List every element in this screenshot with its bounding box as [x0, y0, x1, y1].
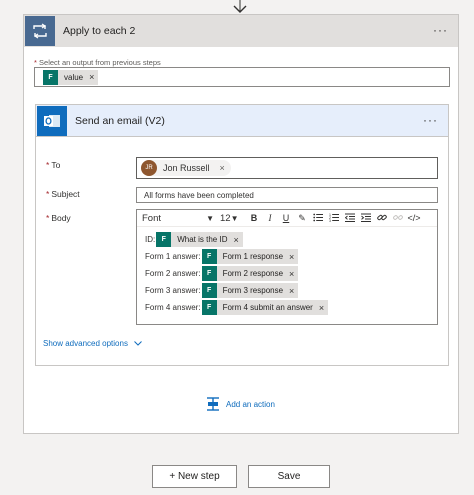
body-editor[interactable]: Font ▼ 12 ▼ B I U ✎ 123 </> ID: F What i… [136, 209, 438, 325]
bullet-list-icon[interactable] [310, 213, 326, 224]
add-an-action-button[interactable]: Add an action [206, 397, 275, 411]
body-line-form3: Form 3 answer: F Form 3 response × [145, 283, 299, 298]
unlink-icon[interactable] [390, 213, 406, 224]
body-label: * Body [46, 213, 71, 223]
outlook-icon [37, 105, 67, 136]
apply-to-each-title: Apply to each 2 [63, 25, 136, 37]
remove-token-icon[interactable]: × [89, 72, 94, 82]
to-label: * To [46, 160, 61, 170]
select-output-label: * Select an output from previous steps [34, 58, 161, 67]
rich-text-toolbar: Font ▼ 12 ▼ B I U ✎ 123 </> [137, 210, 437, 227]
dynamic-content-token[interactable]: F What is the ID × [156, 232, 243, 247]
font-dropdown[interactable]: Font ▼ [142, 213, 214, 224]
send-email-title: Send an email (V2) [75, 114, 165, 127]
recipient-pill[interactable]: JR Jon Russell × [141, 160, 231, 176]
loop-icon [25, 16, 55, 46]
remove-token-icon[interactable]: × [289, 252, 294, 262]
forms-icon: F [156, 232, 172, 247]
new-step-button[interactable]: + New step [152, 465, 237, 488]
remove-token-icon[interactable]: × [319, 303, 324, 313]
recipient-name: Jon Russell [163, 163, 210, 173]
to-field[interactable]: JR Jon Russell × [136, 157, 438, 179]
highlight-pen-icon[interactable]: ✎ [294, 213, 310, 224]
indent-icon[interactable] [358, 213, 374, 224]
more-options-icon[interactable]: ··· [433, 23, 448, 37]
subject-label: * Subject [46, 189, 80, 199]
forms-icon: F [201, 266, 217, 281]
select-output-field[interactable]: F value × [34, 67, 450, 87]
remove-token-icon[interactable]: × [289, 269, 294, 279]
forms-icon: F [201, 249, 217, 264]
show-advanced-options-link[interactable]: Show advanced options [43, 339, 143, 348]
code-view-icon[interactable]: </> [406, 213, 422, 223]
outdent-icon[interactable] [342, 213, 358, 224]
dynamic-content-token[interactable]: F Form 2 response × [201, 266, 299, 281]
remove-token-icon[interactable]: × [289, 286, 294, 296]
body-line-form4: Form 4 answer: F Form 4 submit an answer… [145, 300, 329, 315]
more-options-icon[interactable]: ··· [423, 113, 438, 127]
apply-to-each-card: Apply to each 2 ··· * Select an output f… [23, 14, 459, 434]
apply-to-each-header[interactable]: Apply to each 2 ··· [24, 15, 458, 47]
forms-icon: F [201, 300, 217, 315]
dynamic-content-token[interactable]: F value × [43, 69, 99, 85]
send-email-header[interactable]: Send an email (V2) ··· [36, 105, 448, 137]
font-size-dropdown[interactable]: 12 ▼ [220, 213, 246, 224]
dynamic-content-token[interactable]: F Form 4 submit an answer × [201, 300, 329, 315]
italic-icon[interactable]: I [262, 213, 278, 223]
chevron-down-icon [134, 339, 143, 348]
save-button[interactable]: Save [248, 465, 330, 488]
send-email-card: Send an email (V2) ··· * To JR Jon Russel… [35, 104, 449, 366]
svg-text:3: 3 [329, 219, 331, 222]
down-arrow-icon [233, 0, 247, 13]
subject-field[interactable]: All forms have been completed [136, 187, 438, 203]
add-action-icon [207, 397, 219, 411]
link-icon[interactable] [374, 213, 390, 224]
caret-down-icon: ▼ [230, 213, 239, 223]
forms-icon: F [201, 283, 217, 298]
body-line-form1: Form 1 answer: F Form 1 response × [145, 249, 299, 264]
caret-down-icon: ▼ [206, 213, 214, 223]
body-line-id: ID: F What is the ID × [145, 232, 243, 247]
remove-token-icon[interactable]: × [233, 235, 238, 245]
body-line-form2: Form 2 answer: F Form 2 response × [145, 266, 299, 281]
numbered-list-icon[interactable]: 123 [326, 213, 342, 224]
avatar: JR [141, 160, 157, 176]
dynamic-content-token[interactable]: F Form 1 response × [201, 249, 299, 264]
underline-icon[interactable]: U [278, 213, 294, 223]
forms-icon: F [43, 69, 58, 85]
dynamic-content-token[interactable]: F Form 3 response × [201, 283, 299, 298]
bold-icon[interactable]: B [246, 213, 262, 223]
remove-recipient-icon[interactable]: × [220, 163, 225, 173]
